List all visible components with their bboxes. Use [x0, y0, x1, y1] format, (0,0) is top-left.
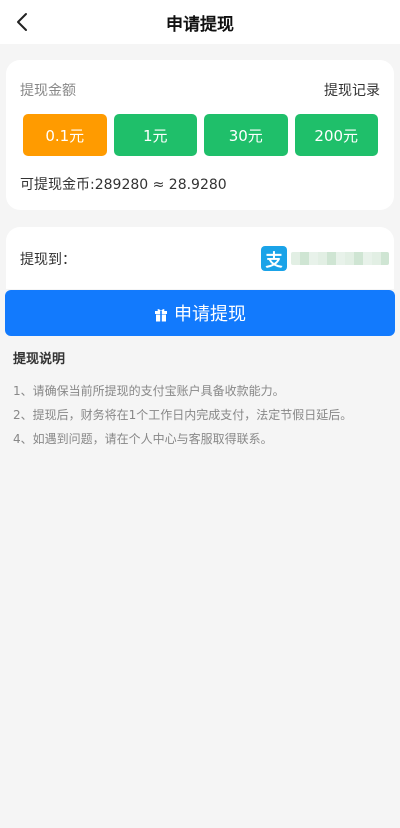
withdraw-target-label: 提现到：: [20, 252, 76, 268]
apply-withdraw-button[interactable]: 申请提现: [5, 290, 395, 336]
notes-title: 提现说明: [13, 352, 66, 367]
chevron-left-icon[interactable]: [12, 10, 32, 34]
page-title: 申请提现: [166, 14, 234, 35]
amount-label: 提现金额: [20, 83, 76, 99]
withdraw-notes: 提现说明 1、请确保当前所提现的支付宝账户具备收款能力。 2、提现后，财务将在1…: [13, 348, 387, 451]
note-item: 1、请确保当前所提现的支付宝账户具备收款能力。: [13, 384, 285, 398]
withdraw-target-card[interactable]: 提现到： 支: [6, 227, 394, 289]
withdraw-amount-card: 提现金额 提现记录 0.1元 1元 30元 200元 可提现金币:289280 …: [6, 60, 394, 210]
withdraw-record-link[interactable]: 提现记录: [324, 80, 380, 100]
gift-icon: [154, 306, 168, 322]
amount-card-header: 提现金额 提现记录: [20, 80, 380, 100]
masked-account: [291, 252, 389, 265]
header-bar: 申请提现: [0, 0, 400, 44]
amount-option-0.1[interactable]: 0.1元: [23, 114, 107, 156]
note-item: 2、提现后，财务将在1个工作日内完成支付，法定节假日延后。: [13, 408, 353, 422]
amount-options: 0.1元 1元 30元 200元: [23, 114, 378, 156]
alipay-icon: 支: [261, 246, 287, 271]
note-item: 4、如遇到问题，请在个人中心与客服取得联系。: [13, 432, 273, 446]
apply-withdraw-label: 申请提现: [174, 304, 246, 325]
available-balance: 可提现金币:289280 ≈ 28.9280: [20, 177, 227, 193]
amount-option-30[interactable]: 30元: [204, 114, 288, 156]
amount-option-1[interactable]: 1元: [113, 114, 197, 156]
amount-option-200[interactable]: 200元: [294, 114, 378, 156]
